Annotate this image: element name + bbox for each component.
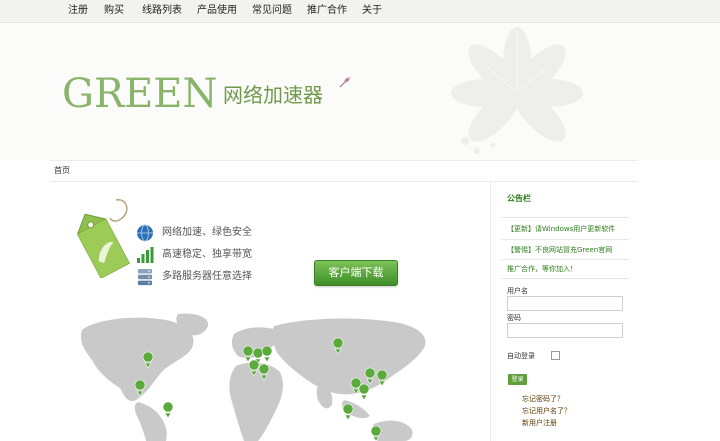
top-nav: 注册 购买 线路列表 产品使用 常见问题 推广合作 关于 xyxy=(0,0,720,23)
shield-globe-icon xyxy=(137,224,153,242)
server-pin-icon xyxy=(162,401,174,419)
promo-link[interactable]: 推广合作，等你加入！ xyxy=(507,264,577,274)
breadcrumb-home[interactable]: 首页 xyxy=(54,165,70,177)
nav-about[interactable]: 关于 xyxy=(362,4,382,18)
feature-bandwidth-label: 高速稳定、独享带宽 xyxy=(162,249,252,260)
price-tag-icon xyxy=(76,199,130,278)
announcement-title: 公告栏 xyxy=(507,194,531,203)
nav-register[interactable]: 注册 xyxy=(68,4,88,18)
password-label: 密码 xyxy=(507,314,521,322)
forgot-password-link[interactable]: 忘记密码了？ xyxy=(522,394,564,404)
username-label: 用户名 xyxy=(507,287,528,295)
server-pin-icon xyxy=(261,345,273,363)
autologin-label: 自动登录 xyxy=(507,352,535,360)
logo-tagline: 网络加速器 xyxy=(223,83,323,107)
logo-wordmark[interactable]: GREEN xyxy=(62,71,217,117)
server-pin-icon xyxy=(358,383,370,401)
divider xyxy=(501,217,629,218)
nav-buy[interactable]: 购买 xyxy=(104,4,124,18)
sidebar: 公告栏 【更新】请Windows用户更新软件 【警惕】不良网站冒充Green官网… xyxy=(490,182,639,441)
signal-bars-icon xyxy=(137,247,154,263)
login-button[interactable]: 登录 xyxy=(508,374,527,385)
news-item[interactable]: 【警惕】不良网站冒充Green官网 xyxy=(507,245,612,255)
nav-partnership[interactable]: 推广合作 xyxy=(307,4,347,18)
forgot-username-link[interactable]: 忘记用户名了？ xyxy=(522,406,571,416)
server-stack-icon xyxy=(138,269,152,286)
server-pin-icon xyxy=(242,345,254,363)
username-input[interactable] xyxy=(507,296,623,311)
rocket-leaf-icon xyxy=(339,77,350,88)
client-download-button[interactable]: 客户端下载 xyxy=(314,260,398,286)
feature-servers-label: 多路服务器任意选择 xyxy=(162,271,252,282)
leaf-decoration-icon xyxy=(451,27,583,154)
feature-secure-label: 网络加速、绿色安全 xyxy=(162,227,252,238)
divider xyxy=(501,259,629,260)
breadcrumb: 首页 xyxy=(50,160,638,182)
nav-server-list[interactable]: 线路列表 xyxy=(142,4,182,18)
site-header: GREEN 网络加速器 xyxy=(0,23,720,160)
news-item[interactable]: 【更新】请Windows用户更新软件 xyxy=(507,224,615,234)
divider xyxy=(501,278,629,279)
divider xyxy=(501,239,629,240)
world-map-image xyxy=(80,313,426,441)
autologin-checkbox[interactable] xyxy=(551,351,560,360)
nav-faq[interactable]: 常见问题 xyxy=(252,4,292,18)
nav-product-usage[interactable]: 产品使用 xyxy=(197,4,237,18)
password-input[interactable] xyxy=(507,323,623,338)
server-pin-icon xyxy=(342,403,354,421)
register-link[interactable]: 新用户注册 xyxy=(522,418,557,428)
main-content: 网络加速、绿色安全 高速稳定、独享带宽 多路服务器任意选择 客户端下载 xyxy=(50,182,486,441)
